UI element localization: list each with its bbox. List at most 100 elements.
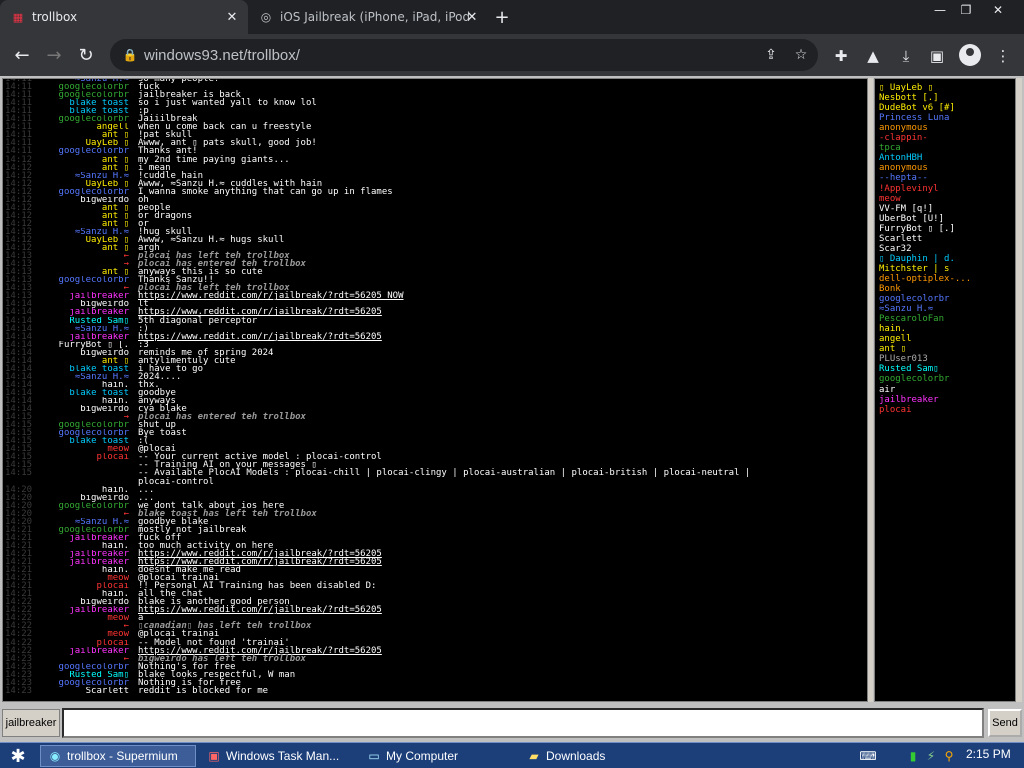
message-nick[interactable]: jailbreaker [69, 550, 129, 558]
message-nick[interactable]: meow [107, 445, 129, 453]
user-list-item[interactable]: VV-FM [q!] [879, 204, 1013, 214]
message-nick[interactable]: hain. [102, 566, 129, 574]
user-list-item[interactable]: googlecolorbr [879, 294, 1013, 304]
close-tab-icon[interactable]: ✕ [224, 9, 240, 25]
profile-avatar[interactable] [959, 44, 981, 66]
start-button[interactable]: ✱ [4, 745, 32, 767]
message-nick[interactable]: ≈Sanzu H.≈ [75, 325, 129, 333]
user-list-item[interactable]: AntonHBH [879, 153, 1013, 163]
message-nick[interactable]: googlecolorbr [59, 663, 129, 671]
message-nick[interactable]: ≈Sanzu H.≈ [75, 172, 129, 180]
user-list-item[interactable]: DudeBot v6 [#] [879, 103, 1013, 113]
user-list-item[interactable]: PLUser013 [879, 354, 1013, 364]
user-list-item[interactable]: FurryBot ▯ [.] [879, 224, 1013, 234]
message-nick[interactable]: hain. [102, 397, 129, 405]
download-icon[interactable]: ⤓ [895, 45, 917, 67]
message-nick[interactable]: jailbreaker [69, 534, 129, 542]
user-list-item[interactable]: anonymous [879, 163, 1013, 173]
message-nick[interactable]: plocai [96, 639, 129, 647]
menu-kebab-icon[interactable]: ⋮ [992, 45, 1014, 67]
user-list-item[interactable]: ≈Sanzu H.≈ [879, 304, 1013, 314]
message-nick[interactable]: googlecolorbr [59, 679, 129, 687]
user-list-item[interactable]: Nesbott [.] [879, 93, 1013, 103]
message-nick[interactable]: blake toast [69, 437, 129, 445]
user-list-item[interactable]: hain. [879, 324, 1013, 334]
message-nick[interactable]: bigweirdo [80, 494, 129, 502]
message-nick[interactable]: jailbreaker [69, 606, 129, 614]
labs-flask-icon[interactable]: ▲ [862, 45, 884, 67]
side-panel-icon[interactable]: ▣ [926, 45, 948, 67]
user-list-item[interactable]: anonymous [879, 123, 1013, 133]
message-nick[interactable]: jailbreaker [69, 558, 129, 566]
forward-button[interactable]: → [40, 41, 68, 69]
user-list-item[interactable]: Princess Luna [879, 113, 1013, 123]
message-nick[interactable]: bigweirdo [80, 300, 129, 308]
message-nick[interactable]: Scarlett [86, 687, 129, 695]
message-nick[interactable]: googlecolorbr [59, 502, 129, 510]
message-nick[interactable]: blake toast [69, 107, 129, 115]
message-nick[interactable]: ← [124, 622, 129, 630]
message-nick[interactable]: bigweirdo [80, 349, 129, 357]
restore-button[interactable]: ❐ [950, 0, 982, 20]
user-list-item[interactable]: ant ▯ [879, 344, 1013, 354]
user-list-item[interactable]: ▯ UayLeb ▯ [879, 83, 1013, 93]
search-icon[interactable]: ⚲ [940, 747, 958, 765]
users-scrollbar[interactable] [1016, 78, 1022, 702]
user-list-item[interactable]: Scarlett [879, 234, 1013, 244]
message-nick[interactable]: blake toast [69, 365, 129, 373]
send-button[interactable]: Send [988, 709, 1022, 737]
message-nick[interactable]: meow [107, 614, 129, 622]
bookmark-star-icon[interactable]: ☆ [790, 44, 812, 66]
user-list-item[interactable]: jailbreaker [879, 395, 1013, 405]
new-tab-button[interactable]: + [490, 5, 514, 29]
message-nick[interactable]: meow [107, 630, 129, 638]
message-nick[interactable]: ≈Sanzu H.≈ [75, 373, 129, 381]
message-nick[interactable]: UayLeb ▯ [86, 139, 129, 147]
message-nick[interactable]: googlecolorbr [59, 147, 129, 155]
extensions-icon[interactable]: ✚ [830, 45, 852, 67]
message-nick[interactable]: hain. [102, 542, 129, 550]
message-nick[interactable]: googlecolorbr [59, 83, 129, 91]
message-link[interactable]: https://www.reddit.com/r/jailbreak/?rdt=… [138, 606, 382, 615]
message-nick[interactable]: Rusted Sam▯ [69, 317, 129, 325]
user-list-item[interactable]: Scar32 [879, 244, 1013, 254]
message-nick[interactable]: plocai [96, 582, 129, 590]
message-nick[interactable]: googlecolorbr [59, 115, 129, 123]
share-icon[interactable]: ⇪ [760, 44, 782, 66]
address-bar[interactable]: 🔒 windows93.net/trollbox/ ⇪ ☆ [110, 39, 818, 71]
tab-ios-jailbreak[interactable]: ◎ iOS Jailbreak (iPhone, iPad, iPod To ✕ [248, 0, 488, 34]
close-window-button[interactable]: ✕ [982, 0, 1014, 20]
message-nick[interactable]: → [124, 413, 129, 421]
user-list-item[interactable]: Rusted Sam▯ [879, 364, 1013, 374]
message-nick[interactable]: plocai [96, 453, 129, 461]
task-trollbox[interactable]: ◉ trollbox - Supermium [40, 745, 196, 767]
user-list-item[interactable]: PescaroloFan [879, 314, 1013, 324]
user-list-item[interactable]: tpca [879, 143, 1013, 153]
message-nick[interactable]: ant ▯ [102, 357, 129, 365]
message-nick[interactable]: jailbreaker [69, 647, 129, 655]
message-nick[interactable]: ant ▯ [102, 220, 129, 228]
message-nick[interactable]: bigweirdo [80, 405, 129, 413]
message-nick[interactable]: googlecolorbr [59, 421, 129, 429]
message-link[interactable]: https://www.reddit.com/r/jailbreak/?rdt=… [138, 292, 404, 301]
message-nick[interactable]: googlecolorbr [59, 526, 129, 534]
message-nick[interactable]: ant ▯ [102, 164, 129, 172]
message-nick[interactable]: bigweirdo [80, 598, 129, 606]
user-list-item[interactable]: ▯ Dauphin | d. [879, 254, 1013, 264]
message-nick[interactable]: hain. [102, 590, 129, 598]
message-nick[interactable]: blake toast [69, 389, 129, 397]
close-tab-icon[interactable]: ✕ [464, 9, 480, 25]
user-list-item[interactable]: meow [879, 194, 1013, 204]
message-nick[interactable]: googlecolorbr [59, 276, 129, 284]
message-nick[interactable]: ≈Sanzu H.≈ [75, 228, 129, 236]
message-nick[interactable]: ant ▯ [102, 131, 129, 139]
user-list-item[interactable]: UberBot [U!] [879, 214, 1013, 224]
message-nick[interactable]: googlecolorbr [59, 188, 129, 196]
message-nick[interactable]: Rusted Sam▯ [69, 671, 129, 679]
user-list-item[interactable]: Bonk [879, 284, 1013, 294]
lock-icon[interactable]: 🔒 [116, 48, 144, 62]
user-list-item[interactable]: dell-optiplex-... [879, 274, 1013, 284]
network-icon[interactable]: ⚡ [922, 747, 940, 765]
user-list-item[interactable]: --hepta-- [879, 173, 1013, 183]
message-nick[interactable]: ≈Sanzu H.≈ [75, 518, 129, 526]
